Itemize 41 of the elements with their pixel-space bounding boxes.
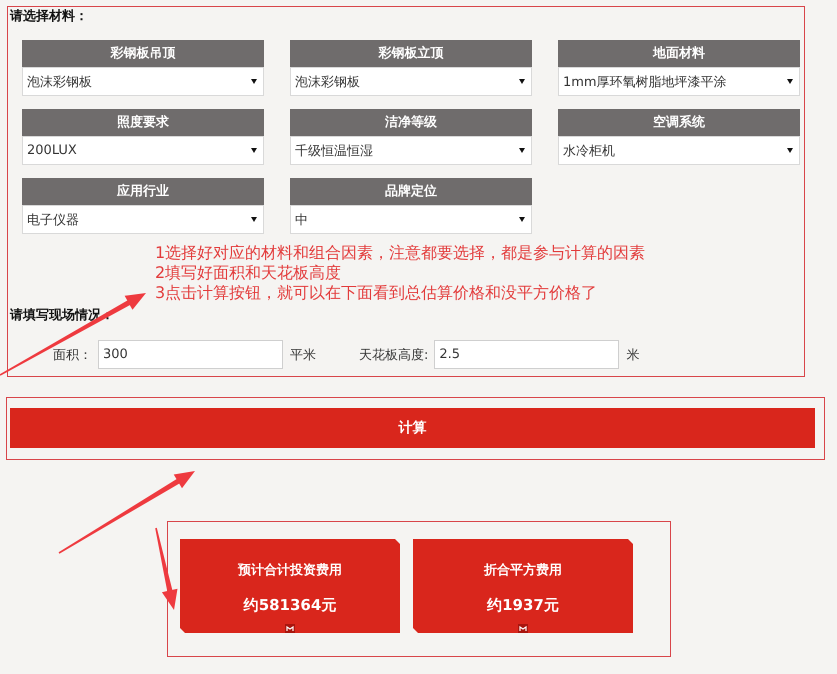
result-title: 折合平方费用 — [484, 562, 562, 580]
field-label: 天花板高度: — [359, 346, 428, 364]
result-value: 约1937元 — [487, 595, 559, 615]
square-icon — [285, 624, 295, 633]
unit-label: 平米 — [290, 346, 316, 364]
input-field[interactable]: 300 — [98, 340, 283, 369]
input-field[interactable]: 2.5 — [434, 340, 620, 369]
field-label: 品牌定位 — [290, 178, 532, 205]
result-value: 约581364元 — [244, 595, 336, 615]
dropdown[interactable]: 200LUX — [22, 136, 264, 165]
instruction-text: 3点击计算按钮，就可以在下面看到总估算价格和没平方价格了 — [155, 283, 598, 303]
caret-icon — [787, 79, 793, 84]
field-label: 地面材料 — [558, 40, 800, 67]
caret-icon — [519, 79, 525, 84]
caret-icon — [787, 148, 793, 153]
field-label: 彩钢板立顶 — [290, 40, 532, 67]
instruction-text: 2填写好面积和天花板高度 — [155, 263, 342, 283]
dropdown[interactable]: 泡沫彩钢板 — [290, 67, 532, 96]
dropdown[interactable]: 千级恒温恒湿 — [290, 136, 532, 165]
unit-label: 米 — [626, 346, 640, 364]
caret-icon — [251, 148, 257, 153]
field-label: 空调系统 — [558, 109, 800, 136]
dropdown[interactable]: 中 — [290, 205, 532, 234]
dropdown[interactable]: 水冷柜机 — [558, 136, 800, 165]
section-title: 请选择材料： — [8, 8, 88, 26]
caret-icon — [251, 217, 257, 222]
result-title: 预计合计投资费用 — [238, 562, 342, 580]
dropdown[interactable]: 1mm厚环氧树脂地坪漆平涂 — [558, 67, 800, 96]
field-label: 照度要求 — [22, 109, 264, 136]
field-label: 彩钢板吊顶 — [22, 40, 264, 67]
dropdown[interactable]: 电子仪器 — [22, 205, 264, 234]
field-label: 应用行业 — [22, 178, 264, 205]
square-icon — [518, 624, 528, 633]
caret-icon — [251, 79, 257, 84]
field-label: 洁净等级 — [290, 109, 532, 136]
instruction-text: 1选择好对应的材料和组合因素，注意都要选择，都是参与计算的因素 — [155, 243, 646, 263]
dropdown[interactable]: 泡沫彩钢板 — [22, 67, 264, 96]
field-label: 面积： — [53, 346, 92, 364]
calculate-button[interactable]: 计算 — [10, 408, 815, 448]
caret-icon — [519, 148, 525, 153]
caret-icon — [519, 217, 525, 222]
